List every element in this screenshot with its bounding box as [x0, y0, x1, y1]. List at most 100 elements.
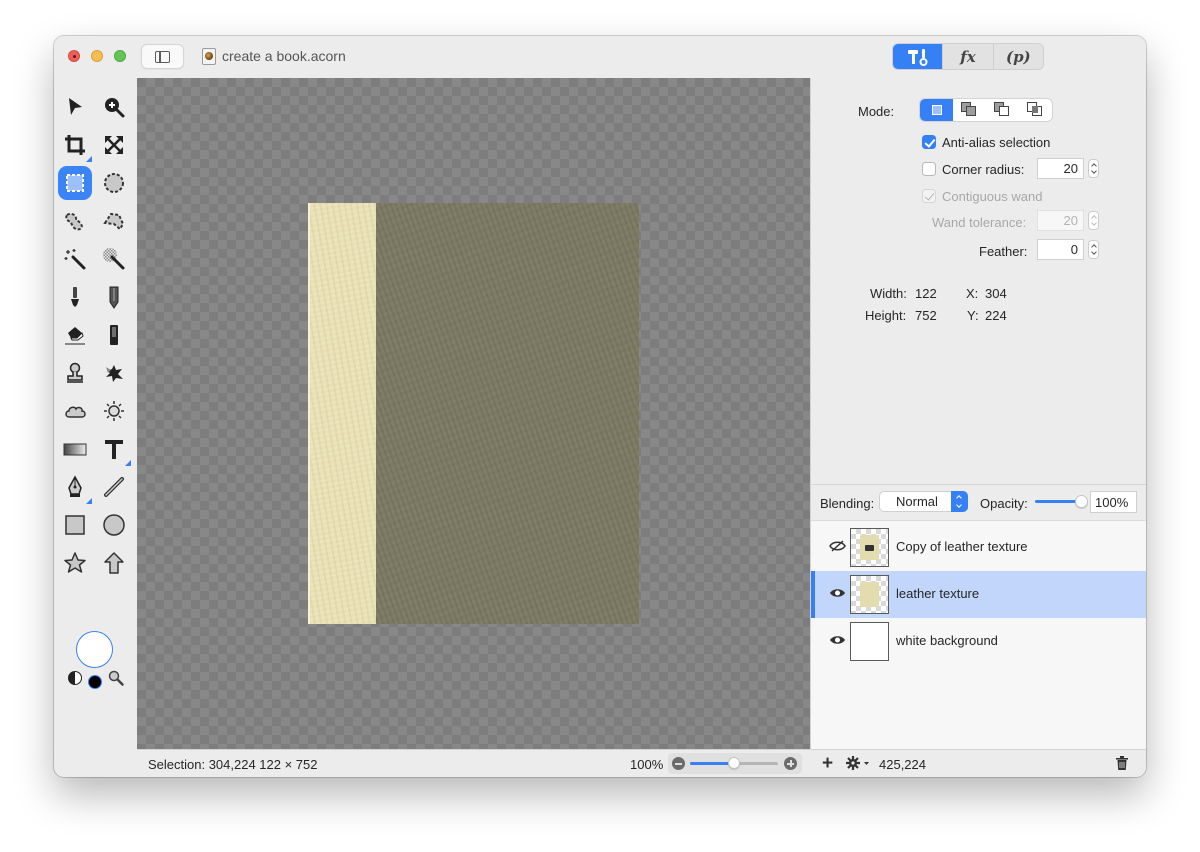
tab-properties[interactable]: (p) [992, 44, 1043, 69]
layer-name: leather texture [896, 586, 980, 601]
tool-dodge[interactable] [97, 394, 131, 428]
layer-thumbnail [850, 575, 889, 614]
lasso-icon [65, 212, 83, 231]
trash-icon[interactable] [1116, 756, 1128, 770]
swap-colors-icon[interactable] [68, 671, 82, 685]
tool-arrow[interactable] [97, 546, 131, 580]
background-color-well[interactable] [88, 675, 102, 689]
minimize-window-button[interactable] [91, 50, 103, 62]
blending-mode-select[interactable]: Normal [879, 491, 968, 512]
tool-star[interactable] [58, 546, 92, 580]
width-value: 122 [915, 286, 937, 301]
tool-oval[interactable] [97, 508, 131, 542]
expand-arrows-icon [105, 136, 123, 154]
tool-rect-select[interactable] [58, 166, 92, 200]
y-label: Y: [967, 308, 979, 323]
sidebar-toggle-button[interactable] [141, 44, 184, 69]
wand-tolerance-input[interactable]: 20 [1037, 210, 1084, 231]
tool-clone-stamp[interactable] [58, 356, 92, 390]
panel-divider[interactable] [811, 484, 1146, 485]
tool-color-wand[interactable] [97, 242, 131, 276]
tool-line[interactable] [97, 470, 131, 504]
tool-text[interactable] [97, 432, 131, 466]
mode-subtract-button[interactable] [986, 99, 1019, 121]
mode-subtract-icon [993, 102, 1012, 118]
tool-transform[interactable] [97, 128, 131, 162]
corner-radius-input[interactable]: 20 [1037, 158, 1084, 179]
arrow-shape-icon [104, 552, 124, 574]
eye-hidden-icon[interactable] [829, 540, 846, 552]
thumbnail-detail [865, 545, 874, 551]
spine-edge [308, 203, 310, 624]
zoom-out-button[interactable] [672, 757, 685, 770]
hammer-wrench-icon [907, 48, 928, 66]
wand-tolerance-label: Wand tolerance: [932, 215, 1027, 230]
opacity-label: Opacity: [980, 496, 1028, 511]
corner-radius-checkbox[interactable] [922, 162, 936, 176]
tool-zoom[interactable] [97, 90, 131, 124]
mode-intersect-button[interactable] [1019, 99, 1052, 121]
crop-icon [65, 135, 85, 155]
foreground-color-well[interactable] [76, 631, 113, 668]
document-title: create a book.acorn [222, 48, 346, 64]
selection-info: Selection: 304,224 122 × 752 [148, 757, 318, 772]
layer-row[interactable]: Copy of leather texture [811, 524, 1146, 571]
tab-effects[interactable]: fx [942, 44, 992, 69]
tool-gradient[interactable] [58, 432, 92, 466]
tool-rectangle[interactable] [58, 508, 92, 542]
eye-icon[interactable] [829, 634, 846, 646]
zoom-in-button[interactable] [784, 757, 797, 770]
close-window-button[interactable] [68, 50, 80, 62]
layer-row[interactable]: leather texture [811, 571, 1146, 618]
rectangle-shape-icon [65, 515, 85, 535]
tool-smudge[interactable] [97, 356, 131, 390]
mode-replace-button[interactable] [920, 99, 953, 121]
corner-radius-stepper[interactable] [1088, 159, 1099, 178]
layers-list: Copy of leather texture leather texture … [811, 520, 1146, 749]
tab-tools[interactable] [893, 44, 943, 69]
eye-icon[interactable] [829, 587, 846, 599]
cloud-icon [65, 406, 86, 418]
thumbnail-content [860, 535, 879, 560]
tool-eraser[interactable] [58, 318, 92, 352]
opacity-slider-thumb[interactable] [1075, 495, 1088, 508]
wand-tolerance-stepper[interactable] [1088, 211, 1099, 230]
layer-row[interactable]: white background [811, 618, 1146, 665]
sidebar-icon [155, 50, 170, 63]
feather-input[interactable]: 0 [1037, 239, 1084, 260]
eraser-icon [65, 327, 85, 345]
tool-polygon-lasso[interactable] [97, 204, 131, 238]
arrow-cursor-icon [69, 98, 82, 115]
width-label: Width: [870, 286, 907, 301]
tool-brush[interactable] [58, 280, 92, 314]
contiguous-wand-checkbox[interactable] [922, 189, 936, 203]
tool-blur[interactable] [58, 394, 92, 428]
gear-menu-icon[interactable] [845, 755, 871, 771]
tool-paint-bucket[interactable] [97, 318, 131, 352]
paint-bucket-icon [110, 325, 118, 345]
tool-pen[interactable] [58, 470, 92, 504]
inspector-tabs: fx (p) [892, 43, 1044, 70]
mode-replace-icon [931, 105, 942, 115]
tool-pencil[interactable] [97, 280, 131, 314]
tool-ellipse-select[interactable] [97, 166, 131, 200]
image-canvas[interactable] [137, 78, 810, 749]
height-label: Height: [865, 308, 907, 323]
tool-lasso[interactable] [58, 204, 92, 238]
oval-shape-icon [103, 514, 125, 536]
anti-alias-label: Anti-alias selection [942, 135, 1051, 150]
inspector-panel: Mode: Anti-alias selection Corner radius… [810, 78, 1146, 749]
tool-crop[interactable] [58, 128, 92, 162]
anti-alias-checkbox[interactable] [922, 135, 936, 149]
feather-stepper[interactable] [1088, 240, 1099, 259]
add-layer-button[interactable]: + [822, 754, 833, 773]
zoom-slider-thumb[interactable] [728, 757, 740, 769]
opacity-input[interactable]: 100% [1090, 491, 1137, 513]
tool-move[interactable] [58, 90, 92, 124]
color-picker-loupe-icon[interactable] [108, 670, 124, 686]
zoom-window-button[interactable] [114, 50, 126, 62]
mode-add-button[interactable] [953, 99, 986, 121]
brush-icon [71, 287, 79, 307]
layer-name: white background [896, 633, 998, 648]
tool-magic-wand[interactable] [58, 242, 92, 276]
